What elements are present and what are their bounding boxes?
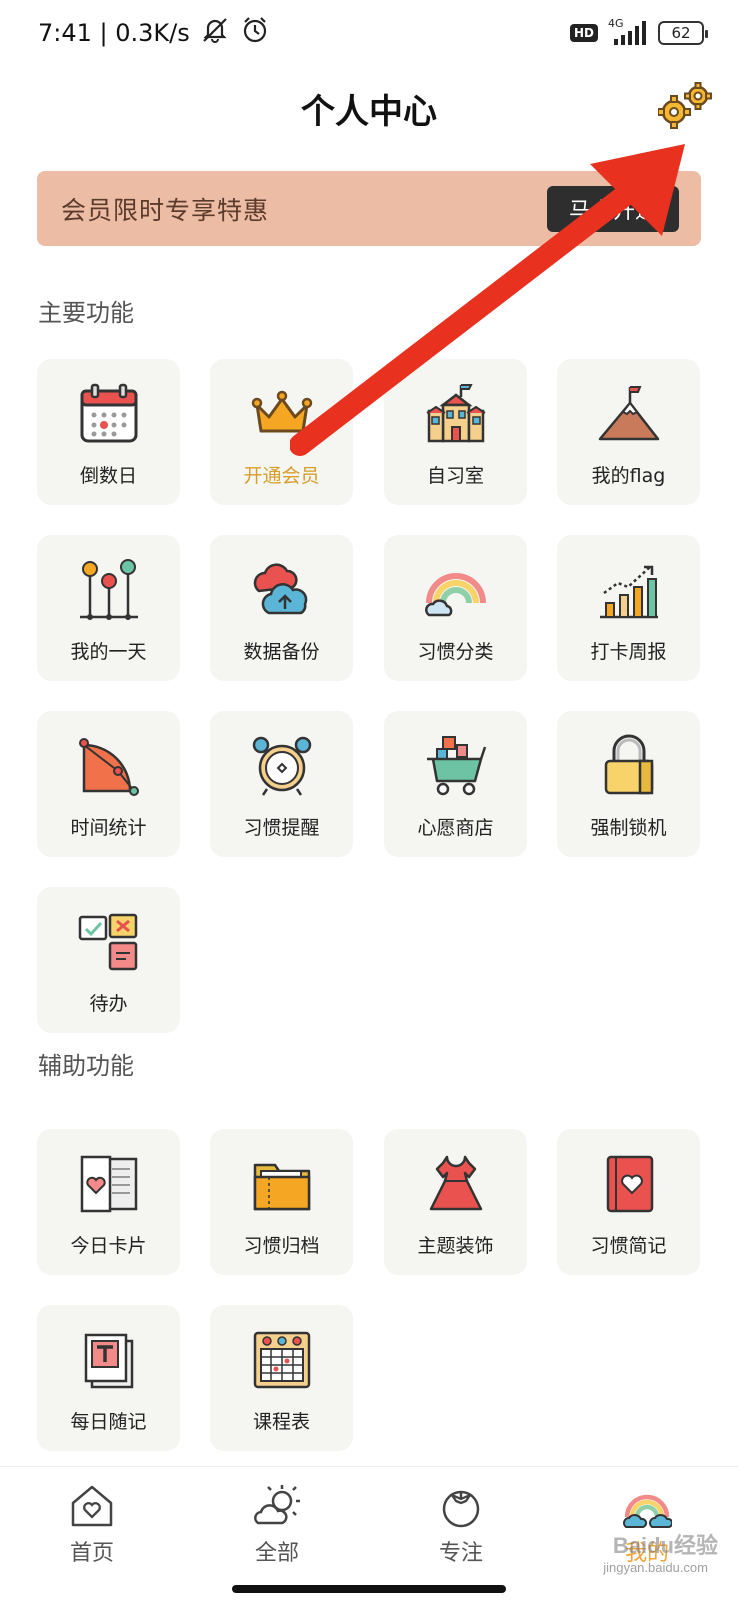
tile-label: 今日卡片: [70, 1235, 147, 1257]
heart-card-icon: [80, 1155, 137, 1213]
bar-chart-icon: [599, 565, 658, 619]
cloud-backup-icon: [253, 563, 307, 615]
tile-my-day[interactable]: 我的一天: [37, 535, 180, 681]
nav-label: 专注: [438, 1541, 483, 1566]
mute-bell-icon: [200, 15, 230, 51]
alarm-clock-icon: [252, 736, 311, 796]
header: 个人中心: [0, 72, 738, 142]
nav-label: 首页: [69, 1541, 114, 1566]
mountain-flag-icon: [598, 386, 659, 441]
status-time-speed: 7:41 | 0.3K/s: [38, 19, 190, 47]
tile-label: 习惯简记: [590, 1235, 667, 1257]
shopping-cart-icon: [426, 736, 486, 796]
status-right: HD 4G 62: [569, 17, 708, 47]
watermark-brand: Baidu经验: [612, 1533, 718, 1558]
todo-notes-icon: [78, 913, 137, 971]
tile-habit-category[interactable]: 习惯分类: [384, 535, 527, 681]
tile-label: 强制锁机: [590, 817, 667, 839]
tile-label: 待办: [89, 993, 128, 1015]
pie-stat-icon: [78, 738, 139, 796]
promo-text: 会员限时专享特惠: [61, 195, 270, 225]
text-note-icon: [84, 1333, 133, 1389]
tile-label: 每日随记: [70, 1411, 147, 1433]
calendar-icon: [80, 383, 137, 443]
tile-label: 习惯提醒: [243, 817, 320, 839]
home-heart-icon: [71, 1485, 113, 1527]
nav-all[interactable]: 全部: [217, 1481, 337, 1567]
tile-label: 打卡周报: [590, 641, 667, 663]
nav-focus[interactable]: 专注: [401, 1481, 521, 1567]
tile-data-backup[interactable]: 数据备份: [210, 535, 353, 681]
tile-habit-notes[interactable]: 习惯简记: [557, 1129, 700, 1275]
tile-label: 课程表: [252, 1411, 310, 1433]
battery-indicator: 62: [658, 21, 708, 45]
folder-icon: [253, 1163, 310, 1211]
tile-label: 自习室: [426, 465, 484, 487]
nav-home[interactable]: 首页: [32, 1481, 152, 1567]
tile-label: 主题装饰: [417, 1235, 494, 1257]
tile-label: 数据备份: [243, 641, 320, 663]
tile-countdown[interactable]: 倒数日: [37, 359, 180, 505]
status-left: 7:41 | 0.3K/s: [38, 15, 270, 51]
tile-label: 我的flag: [591, 465, 666, 487]
tile-habit-archive[interactable]: 习惯归档: [210, 1129, 353, 1275]
tile-time-stats[interactable]: 时间统计: [37, 711, 180, 857]
hd-badge: HD: [569, 24, 598, 42]
tile-label: 习惯归档: [243, 1235, 320, 1257]
tile-label: 习惯分类: [417, 641, 494, 663]
tile-my-flag[interactable]: 我的flag: [557, 359, 700, 505]
tile-wish-shop[interactable]: 心愿商店: [384, 711, 527, 857]
tile-theme-decor[interactable]: 主题装饰: [384, 1129, 527, 1275]
promo-open-button[interactable]: 马上开通: [547, 185, 679, 232]
tile-daily-note[interactable]: 每日随记: [37, 1305, 180, 1451]
timeline-icon: [79, 559, 138, 620]
crown-icon: [251, 390, 312, 433]
settings-button[interactable]: [657, 82, 714, 130]
signal-icon: 4G: [608, 17, 648, 47]
tile-today-card[interactable]: 今日卡片: [37, 1129, 180, 1275]
padlock-icon: [604, 734, 653, 795]
tile-todo[interactable]: 待办: [37, 887, 180, 1033]
rainbow-cloud-icon: [623, 1494, 672, 1528]
alarm-icon: [240, 15, 270, 51]
gear-icon: [657, 82, 712, 129]
home-indicator[interactable]: [232, 1585, 506, 1593]
tile-label: 开通会员: [243, 465, 320, 487]
tile-habit-reminder[interactable]: 习惯提醒: [210, 711, 353, 857]
tomato-icon: [442, 1490, 480, 1528]
tile-label: 我的一天: [70, 641, 147, 663]
rainbow-icon: [424, 573, 486, 617]
tile-label: 心愿商店: [417, 817, 494, 839]
aux-section-title: 辅助功能: [38, 1052, 134, 1080]
tile-timetable[interactable]: 课程表: [210, 1305, 353, 1451]
tile-force-lock[interactable]: 强制锁机: [557, 711, 700, 857]
status-bar: 7:41 | 0.3K/s HD 4G 62: [0, 0, 738, 66]
sun-cloud-icon: [254, 1485, 300, 1525]
watermark-url: jingyan.baidu.com: [603, 1560, 708, 1575]
tile-label: 倒数日: [79, 465, 137, 487]
main-section-title: 主要功能: [38, 299, 134, 327]
page-title: 个人中心: [301, 92, 437, 132]
heart-book-icon: [606, 1155, 653, 1213]
school-icon: [425, 384, 486, 443]
nav-label: 全部: [254, 1541, 299, 1566]
tile-weekly-report[interactable]: 打卡周报: [557, 535, 700, 681]
tile-vip[interactable]: 开通会员: [210, 359, 353, 505]
vip-promo-banner[interactable]: 会员限时专享特惠 马上开通: [37, 171, 701, 246]
dress-icon: [429, 1155, 482, 1211]
tile-label: 时间统计: [70, 817, 147, 839]
timetable-icon: [253, 1331, 310, 1389]
tile-study-room[interactable]: 自习室: [384, 359, 527, 505]
